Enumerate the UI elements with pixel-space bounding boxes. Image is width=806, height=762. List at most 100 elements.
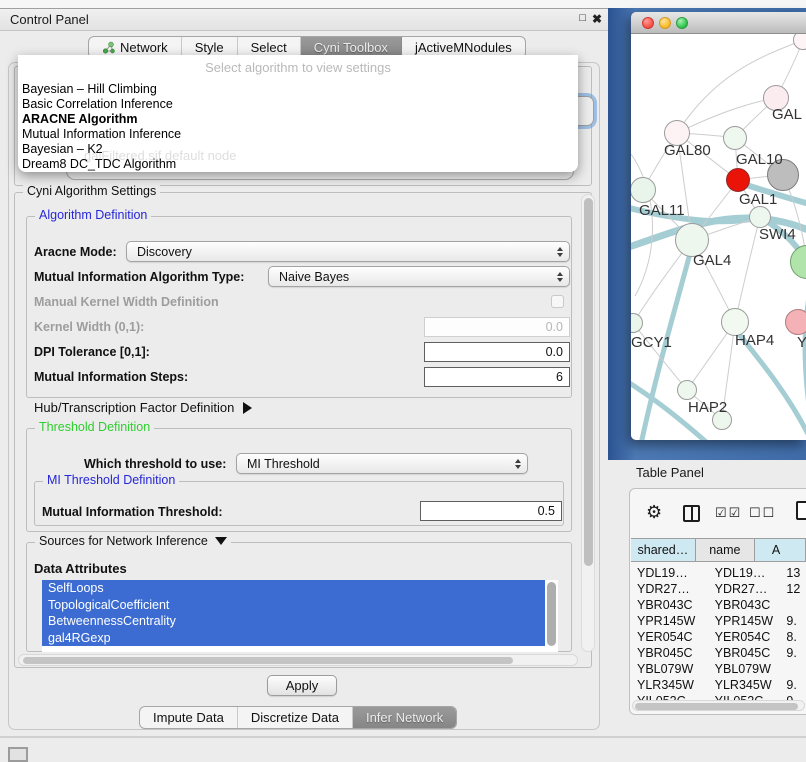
table-row[interactable]: YER054C YER054C 8. — [631, 629, 806, 645]
cell[interactable]: YLR345W — [631, 677, 711, 693]
table-row[interactable]: YDL19… YDL19… 13 — [631, 565, 806, 581]
mi-threshold-field[interactable]: 0.5 — [420, 501, 562, 521]
list-scrollbar[interactable] — [547, 582, 556, 646]
network-window-titlebar[interactable] — [631, 12, 806, 34]
cell[interactable]: 12 — [783, 581, 806, 597]
cell[interactable]: YBR043C — [711, 597, 784, 613]
float-window-icon[interactable]: □ — [579, 12, 586, 24]
columns-icon[interactable] — [683, 505, 700, 522]
cell[interactable]: YER054C — [711, 629, 784, 645]
cell[interactable]: YER054C — [631, 629, 711, 645]
settings-horizontal-scrollbar-thumb[interactable] — [23, 657, 513, 664]
gear-icon[interactable]: ⚙ — [646, 502, 662, 523]
document-icon[interactable] — [796, 501, 806, 520]
cell[interactable]: YBR045C — [711, 645, 784, 661]
network-node-gal10[interactable] — [723, 126, 747, 150]
select-all-checkboxes-icon[interactable]: ☑☑ — [715, 505, 742, 521]
column-header-clipped[interactable]: A — [754, 538, 806, 562]
cell[interactable]: YBR043C — [631, 597, 711, 613]
cell[interactable]: 9. — [783, 613, 806, 629]
list-item[interactable]: SelfLoops — [42, 580, 545, 597]
minimized-panel-icon[interactable] — [8, 747, 28, 762]
mi-steps-field[interactable]: 6 — [424, 367, 570, 387]
popup-item[interactable]: Bayesian – Hill Climbing — [22, 82, 574, 97]
column-header-name[interactable]: name — [695, 538, 755, 562]
mi-type-combo[interactable]: Naive Bayes — [268, 266, 570, 287]
table-row[interactable]: YPR145W YPR145W 9. — [631, 613, 806, 629]
apply-button[interactable]: Apply — [267, 675, 337, 696]
minimize-traffic-light[interactable] — [659, 17, 671, 29]
table-horizontal-scrollbar[interactable] — [632, 700, 805, 711]
table-row[interactable]: YLR345W YLR345W 9. — [631, 677, 806, 693]
cell[interactable]: YIL052C — [631, 693, 711, 700]
hub-definition-label: Hub/Transcription Factor Definition — [34, 400, 234, 415]
table-row[interactable]: YBL079W YBL079W — [631, 661, 806, 677]
sources-group-toggle[interactable]: Sources for Network Inference — [35, 534, 231, 548]
cell[interactable] — [783, 597, 806, 613]
popup-item-selected[interactable]: ARACNE Algorithm — [22, 112, 574, 127]
table-row[interactable]: YIL052C YIL052C 9 — [631, 693, 806, 700]
hub-definition-toggle[interactable]: Hub/Transcription Factor Definition — [34, 400, 252, 415]
settings-vertical-scrollbar[interactable] — [581, 194, 595, 652]
zoom-traffic-light[interactable] — [676, 17, 688, 29]
table-row[interactable]: YBR043C YBR043C — [631, 597, 806, 613]
tab-impute-data[interactable]: Impute Data — [140, 707, 238, 728]
cell[interactable]: 9. — [783, 677, 806, 693]
settings-vertical-scrollbar-thumb[interactable] — [584, 198, 593, 566]
network-node-hap2[interactable] — [677, 380, 697, 400]
popup-item[interactable]: Basic Correlation Inference — [22, 97, 574, 112]
cell[interactable]: YPR145W — [631, 613, 711, 629]
cell[interactable]: YBL079W — [711, 661, 784, 677]
tab-infer-network-label: Infer Network — [366, 710, 443, 725]
cell[interactable]: YBL079W — [631, 661, 711, 677]
table-row[interactable]: YBR045C YBR045C 9. — [631, 645, 806, 661]
network-node-pink[interactable] — [785, 309, 806, 335]
list-item[interactable]: gal4RGexp — [42, 630, 545, 647]
which-threshold-combo[interactable]: MI Threshold — [236, 453, 528, 474]
cell[interactable]: YPR145W — [711, 613, 784, 629]
cell[interactable]: YLR345W — [711, 677, 784, 693]
tab-discretize-data[interactable]: Discretize Data — [238, 707, 353, 728]
list-item[interactable]: TopologicalCoefficient — [42, 597, 545, 614]
cell[interactable]: 13 — [783, 565, 806, 581]
cell[interactable]: YDR27… — [631, 581, 711, 597]
mi-threshold-group-title: MI Threshold Definition — [43, 473, 179, 487]
table-horizontal-scrollbar-thumb[interactable] — [635, 703, 798, 710]
cell[interactable]: YBR045C — [631, 645, 711, 661]
cell[interactable]: 9. — [783, 645, 806, 661]
manual-kernel-checkbox[interactable] — [551, 295, 564, 308]
cell[interactable]: YDR27… — [711, 581, 784, 597]
cell[interactable]: YIL052C — [711, 693, 784, 700]
kernel-width-field[interactable]: 0.0 — [424, 317, 570, 337]
tab-infer-network[interactable]: Infer Network — [353, 707, 456, 728]
network-node-swi4[interactable] — [749, 206, 771, 228]
network-node-gal1-red[interactable] — [726, 168, 750, 192]
cell[interactable]: YDL19… — [631, 565, 711, 581]
cell[interactable]: 8. — [783, 629, 806, 645]
network-icon — [102, 41, 115, 54]
popup-item[interactable]: Mutual Information Inference — [22, 127, 574, 142]
close-traffic-light[interactable] — [642, 17, 654, 29]
close-icon[interactable]: ✖ — [592, 12, 602, 26]
cell[interactable]: YDL19… — [711, 565, 784, 581]
kernel-width-value: 0.0 — [546, 320, 563, 334]
aracne-mode-combo[interactable]: Discovery — [126, 241, 570, 262]
network-node-gal11[interactable] — [631, 177, 656, 203]
manual-kernel-label: Manual Kernel Width Definition — [34, 295, 219, 309]
cell[interactable]: 9 — [783, 693, 806, 700]
node-label: GAL4 — [693, 252, 731, 269]
deselect-all-checkboxes-icon[interactable]: ☐☐ — [749, 505, 776, 521]
mi-type-label: Mutual Information Algorithm Type: — [34, 270, 244, 284]
tab-style-label: Style — [195, 40, 224, 55]
cell[interactable] — [783, 661, 806, 677]
network-view[interactable]: GAL GAL80 GAL10 GAL1 GAL11 SWI4 GAL4 GCY… — [631, 34, 806, 440]
column-header-shared-name[interactable]: shared… — [631, 538, 696, 562]
which-threshold-value: MI Threshold — [247, 457, 320, 471]
stepper-icon — [557, 267, 563, 286]
node-label: GAL1 — [739, 191, 777, 208]
settings-horizontal-scrollbar[interactable] — [18, 654, 578, 666]
algorithm-definition-title: Algorithm Definition — [35, 208, 151, 222]
dpi-tolerance-field[interactable]: 0.0 — [424, 342, 570, 362]
table-row[interactable]: YDR27… YDR27… 12 — [631, 581, 806, 597]
list-item[interactable]: BetweennessCentrality — [42, 613, 545, 630]
